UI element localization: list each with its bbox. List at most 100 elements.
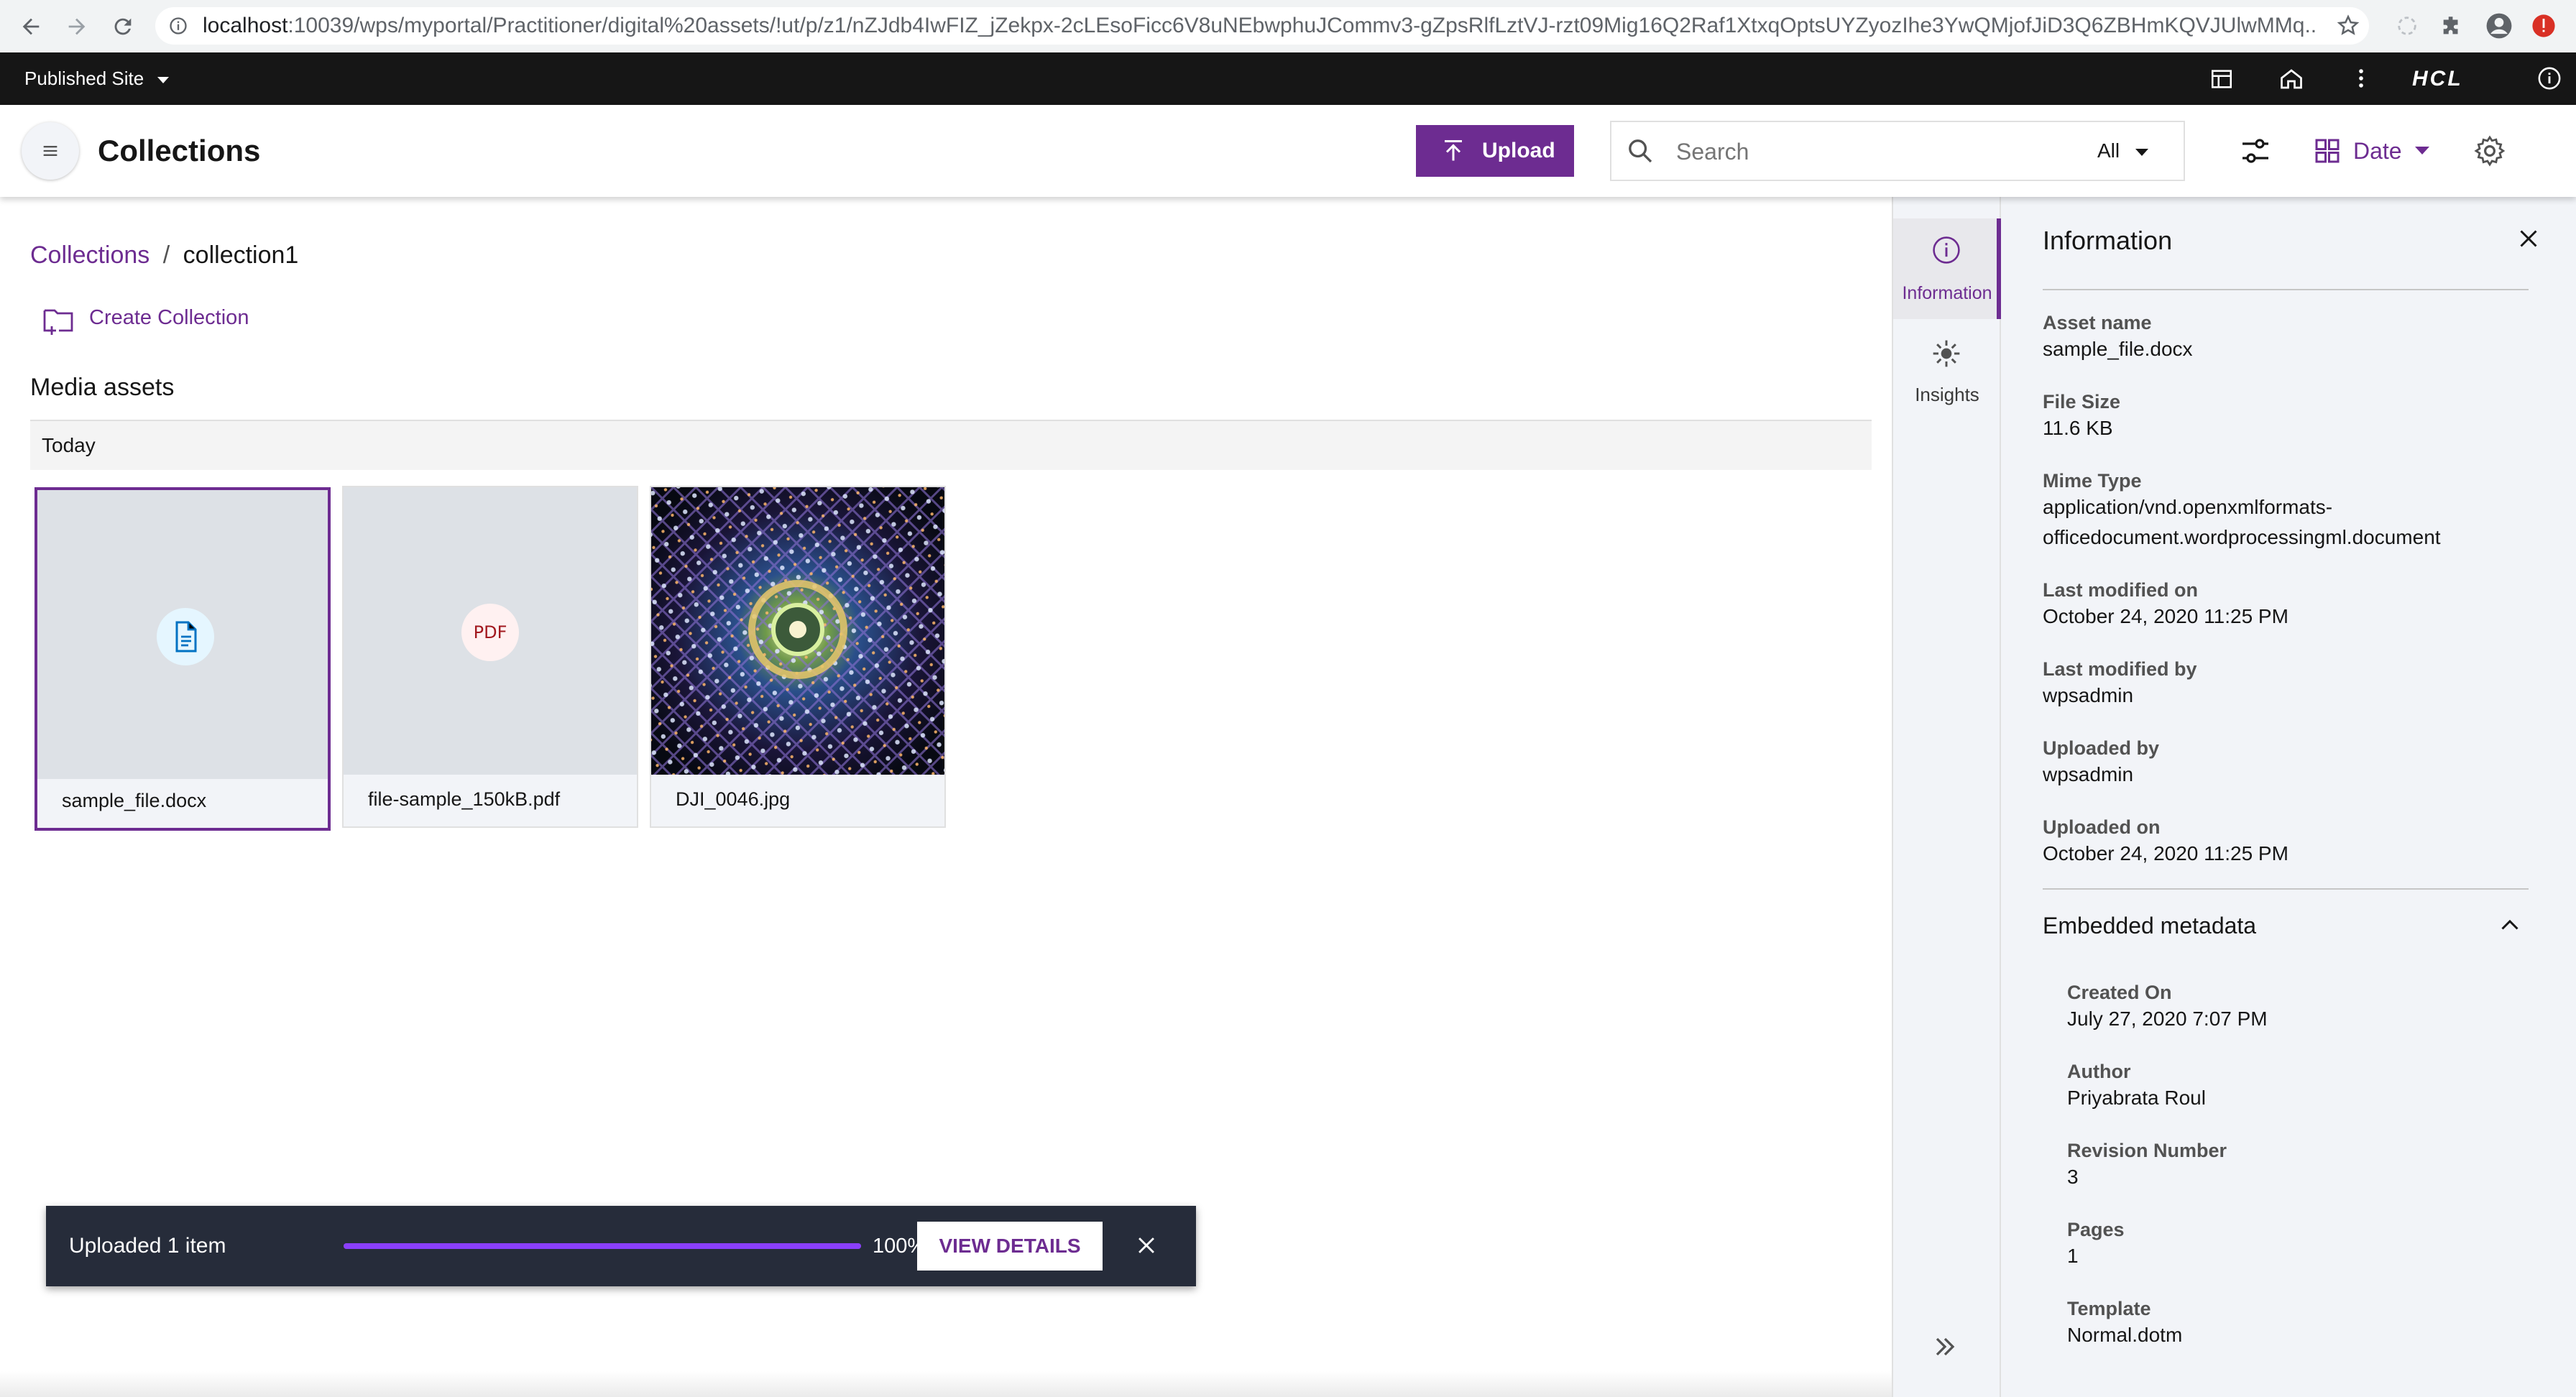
asset-name: sample_file.docx: [62, 790, 207, 811]
upload-progress-track: [344, 1243, 861, 1249]
pdf-badge-text: PDF: [473, 622, 507, 642]
field-value-continued: officedocument.wordprocessingml.document: [2043, 526, 2441, 548]
filter-sliders-icon[interactable]: [2238, 134, 2273, 168]
upload-label: Upload: [1482, 139, 1555, 162]
rail-tab-information[interactable]: Information: [1893, 218, 2001, 319]
expand-double-chevron-icon[interactable]: [1929, 1331, 1961, 1363]
insights-sun-icon: [1931, 338, 1962, 369]
add-folder-icon: [42, 303, 76, 338]
meta-label: Author: [2067, 1061, 2131, 1082]
accordion-title: Embedded metadata: [2043, 913, 2257, 939]
url-host: localhost: [203, 14, 288, 37]
extensions-puzzle-icon[interactable]: [2439, 14, 2464, 38]
meta-label: Pages: [2067, 1219, 2125, 1240]
asset-image-thumbnail: [651, 487, 944, 775]
search-scope-dropdown[interactable]: All: [2097, 122, 2148, 180]
rail-tab-insights[interactable]: Insights: [1893, 326, 2001, 420]
more-vertical-icon[interactable]: [2349, 66, 2373, 91]
settings-gear-icon[interactable]: [2472, 134, 2507, 168]
field-value: application/vnd.openxmlformats-: [2043, 496, 2333, 518]
details-rail: Information Insights: [1892, 197, 2001, 1397]
meta-author: Author Priyabrata Roul: [2067, 1061, 2206, 1113]
search-box: All: [1610, 121, 2185, 181]
information-panel: Information Asset name sample_file.docx …: [2001, 197, 2576, 1397]
asset-card-pdf[interactable]: PDF file-sample_150kB.pdf: [342, 486, 638, 828]
caret-down-icon: [2135, 148, 2148, 156]
field-value: 11.6 KB: [2043, 417, 2113, 439]
field-label: Mime Type: [2043, 470, 2142, 492]
update-alert-icon[interactable]: [2531, 14, 2556, 38]
meta-label: Revision Number: [2067, 1140, 2227, 1161]
hamburger-icon: [40, 141, 60, 161]
url-path: :10039/wps/myportal/Practitioner/digital…: [288, 14, 2316, 37]
asset-card-docx[interactable]: sample_file.docx: [34, 487, 331, 831]
hcl-logo: HCL: [2412, 67, 2463, 91]
meta-value: 3: [2067, 1166, 2079, 1188]
field-label: Last modified by: [2043, 658, 2197, 680]
back-icon[interactable]: [19, 14, 43, 39]
asset-name: DJI_0046.jpg: [676, 788, 791, 810]
search-input[interactable]: [1675, 132, 2051, 171]
breadcrumb-root-link[interactable]: Collections: [30, 241, 150, 269]
field-value: October 24, 2020 11:25 PM: [2043, 842, 2288, 865]
pdf-icon: PDF: [461, 604, 519, 661]
field-last-modified-on: Last modified on October 24, 2020 11:25 …: [2043, 579, 2288, 632]
upload-toast: Uploaded 1 item 100% VIEW DETAILS: [46, 1206, 1196, 1286]
upload-icon: [1440, 138, 1466, 164]
toast-message: Uploaded 1 item: [69, 1234, 226, 1258]
search-scope-label: All: [2097, 139, 2120, 162]
help-info-icon[interactable]: [2537, 66, 2562, 91]
meta-value: July 27, 2020 7:07 PM: [2067, 1008, 2268, 1030]
date-group-header: Today: [30, 420, 1872, 470]
field-uploaded-on: Uploaded on October 24, 2020 11:25 PM: [2043, 816, 2288, 869]
portal-toolbar: Published Site HCL: [0, 52, 2576, 105]
field-label: Uploaded on: [2043, 816, 2161, 838]
meta-pages: Pages 1: [2067, 1219, 2125, 1271]
field-mime-type: Mime Type application/vnd.openxmlformats…: [2043, 470, 2441, 553]
info-circle-icon: [1931, 234, 1962, 266]
meta-label: Template: [2067, 1298, 2151, 1319]
bookmark-star-icon[interactable]: [2336, 14, 2360, 38]
asset-thumbnail: PDF: [344, 487, 637, 775]
caret-down-icon: [2415, 147, 2429, 155]
media-assets-heading: Media assets: [30, 374, 175, 401]
asset-name: file-sample_150kB.pdf: [368, 788, 561, 810]
upload-progress-fill: [344, 1243, 861, 1249]
field-label: Asset name: [2043, 312, 2152, 333]
kaleidoscope-image: [651, 487, 944, 775]
browser-toolbar: localhost:10039/wps/myportal/Practitione…: [0, 0, 2576, 53]
grid-view-icon: [2313, 137, 2342, 165]
menu-button[interactable]: [22, 122, 79, 180]
view-details-button[interactable]: VIEW DETAILS: [917, 1222, 1103, 1271]
close-panel-icon[interactable]: [2516, 226, 2542, 252]
meta-value: 1: [2067, 1245, 2079, 1267]
upload-button[interactable]: Upload: [1416, 125, 1574, 177]
field-label: File Size: [2043, 391, 2121, 412]
rail-tab-insights-label: Insights: [1915, 384, 1979, 405]
home-icon[interactable]: [2278, 66, 2304, 92]
asset-thumbnail: [37, 490, 328, 779]
asset-card-jpg[interactable]: DJI_0046.jpg: [650, 486, 946, 828]
profile-avatar-icon[interactable]: [2485, 12, 2513, 40]
field-uploaded-by: Uploaded by wpsadmin: [2043, 737, 2159, 790]
extension-loader-icon[interactable]: [2395, 14, 2419, 38]
breadcrumb: Collections / collection1: [30, 241, 298, 269]
meta-label: Created On: [2067, 982, 2172, 1003]
site-selector-label: Published Site: [24, 68, 144, 89]
embedded-metadata-accordion[interactable]: Embedded metadata: [2043, 890, 2529, 962]
reload-icon[interactable]: [111, 14, 135, 39]
url-text: localhost:10039/wps/myportal/Practitione…: [203, 0, 2316, 52]
close-toast-icon[interactable]: [1134, 1233, 1159, 1258]
caret-down-icon: [157, 76, 170, 83]
site-info-icon[interactable]: [168, 16, 188, 36]
meta-revision-number: Revision Number 3: [2067, 1140, 2227, 1192]
meta-template: Template Normal.dotm: [2067, 1298, 2182, 1350]
field-last-modified-by: Last modified by wpsadmin: [2043, 658, 2197, 711]
field-label: Last modified on: [2043, 579, 2198, 601]
breadcrumb-current: collection1: [183, 241, 299, 269]
breadcrumb-separator: /: [162, 241, 170, 269]
meta-value: Priyabrata Roul: [2067, 1087, 2206, 1109]
page-layout-icon[interactable]: [2209, 67, 2234, 91]
site-selector[interactable]: Published Site: [24, 52, 170, 105]
forward-icon[interactable]: [65, 14, 89, 39]
